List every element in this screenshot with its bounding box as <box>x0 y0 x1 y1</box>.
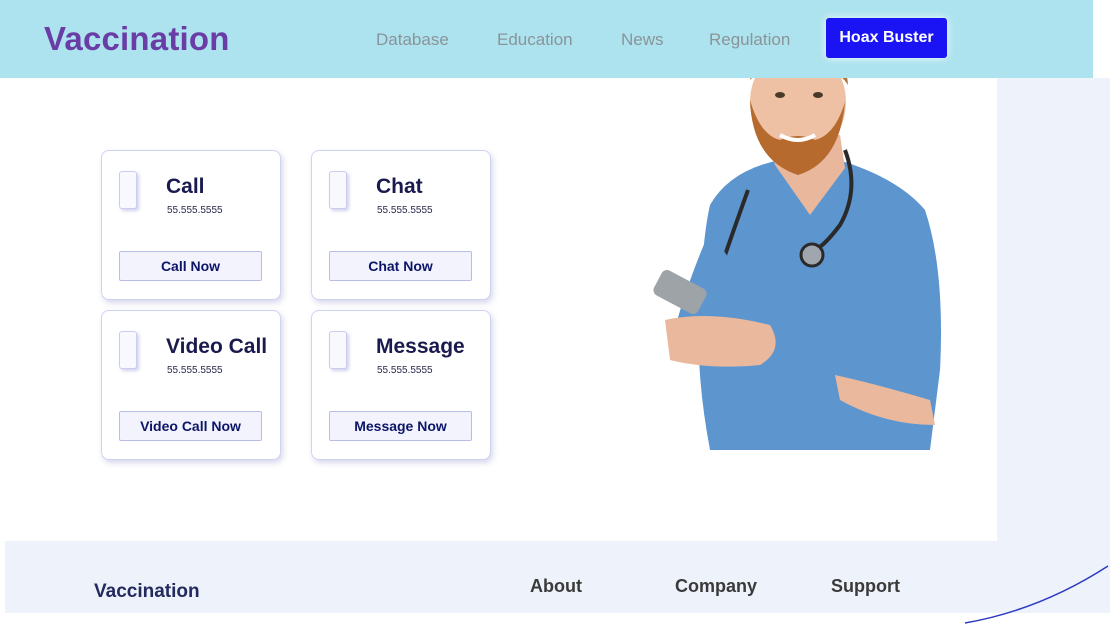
decorative-curve <box>964 565 1109 624</box>
